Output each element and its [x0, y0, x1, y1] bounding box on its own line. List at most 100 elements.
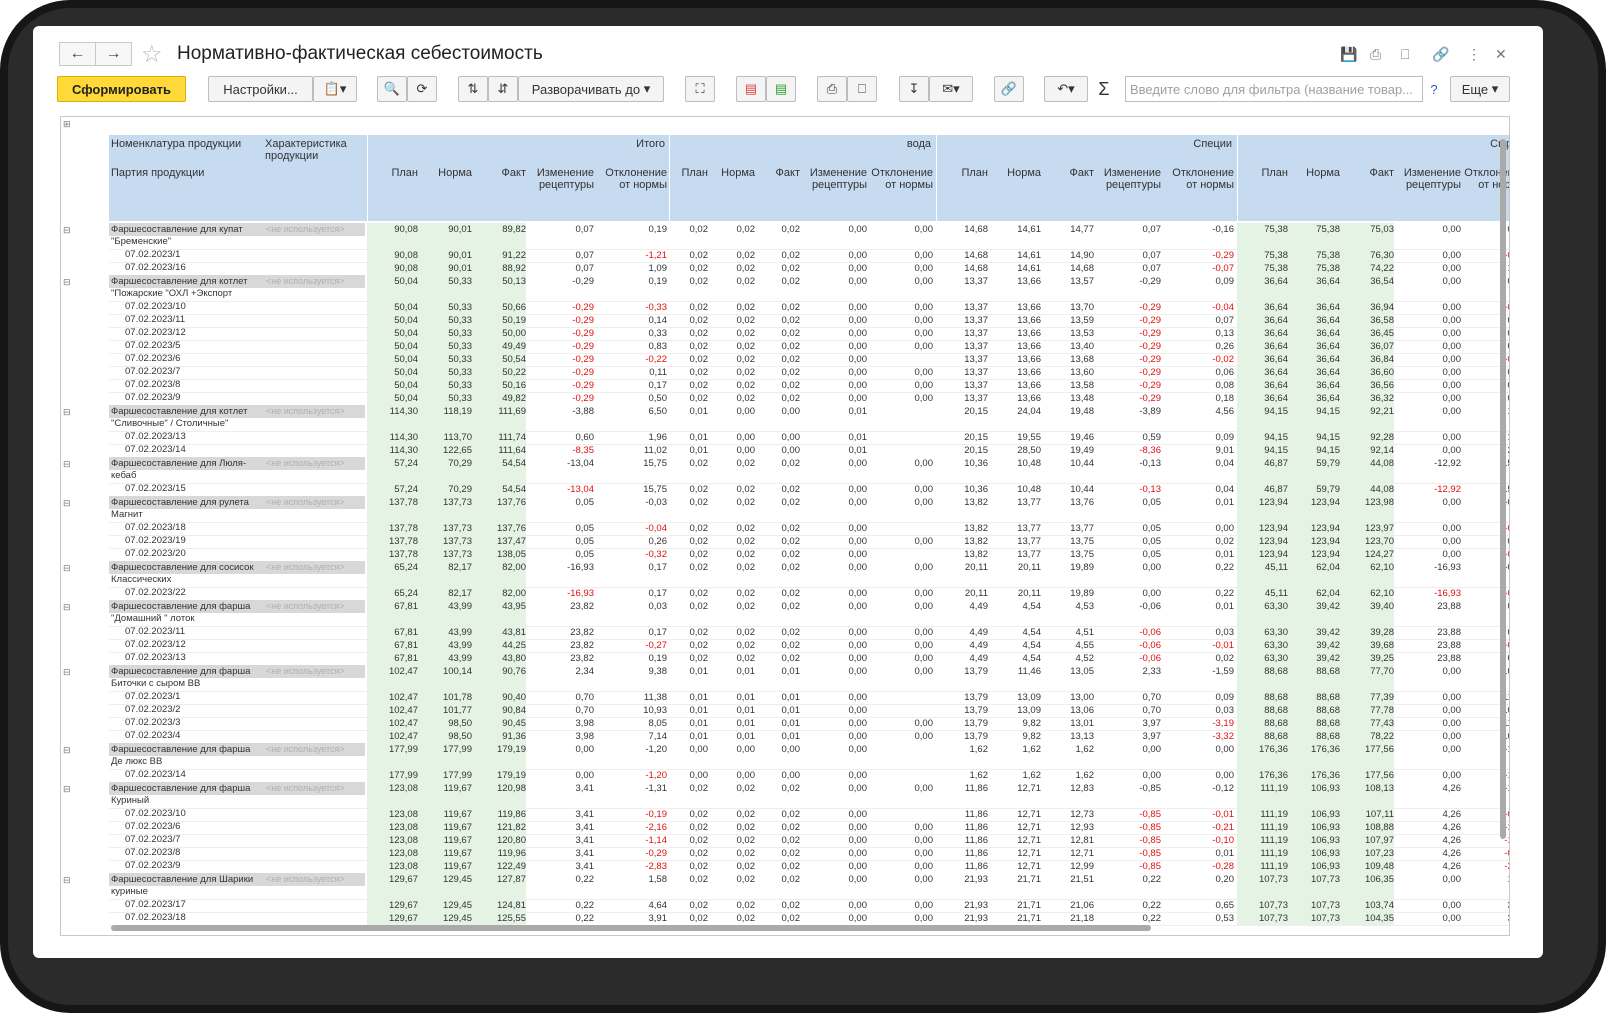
back-button[interactable]: ← — [59, 42, 96, 66]
table-row[interactable]: 07.02.2023/22 65,24 82,17 82,00 -16,93 0,17 0,… — [61, 587, 1509, 600]
variant-dropdown[interactable]: 📋▾ — [313, 76, 357, 102]
batch-name: 07.02.2023/18 — [125, 912, 186, 923]
table-row[interactable]: 07.02.2023/19 137,78 137,73 137,47 0,05 0,26 0… — [61, 535, 1509, 548]
table-row[interactable]: 07.02.2023/18 137,78 137,73 137,76 0,05 -0,04… — [61, 522, 1509, 535]
collapse-toggle-icon[interactable]: ⊟ — [63, 498, 71, 509]
highlight-green-button[interactable]: ▤ — [766, 76, 796, 102]
table-row[interactable]: 07.02.2023/4 102,47 98,50 91,36 3,98 7,14 0,01… — [61, 730, 1509, 743]
search-reset-button[interactable]: ⟳ — [407, 76, 437, 102]
report-grid[interactable]: ⊞ Номенклатура продукции Характеристика … — [60, 116, 1510, 936]
vertical-scrollbar[interactable] — [1500, 139, 1506, 839]
settings-button[interactable]: Настройки... — [208, 76, 313, 102]
save-icon[interactable]: 💾 — [1340, 46, 1357, 63]
collapse-toggle-icon[interactable]: ⊟ — [63, 875, 71, 886]
collapse-toggle-icon[interactable]: ⊟ — [63, 407, 71, 418]
table-row[interactable]: 07.02.2023/11 67,81 43,99 43,81 23,82 0,17 0,0… — [61, 626, 1509, 639]
table-row[interactable]: 07.02.2023/10 123,08 119,67 119,86 3,41 -0,19… — [61, 808, 1509, 821]
more-label: Еще — [1461, 81, 1489, 97]
table-row[interactable]: 07.02.2023/15 57,24 70,29 54,54 -13,04 15,75 0… — [61, 483, 1509, 496]
collapse-toggle-icon[interactable]: ⊟ — [63, 277, 71, 288]
highlight-red-button[interactable]: ▤ — [736, 76, 766, 102]
more-button[interactable]: Еще ▾ — [1450, 76, 1510, 102]
group-row[interactable]: ⊟ <не используется> Фаршесоставление для Ш… — [61, 873, 1509, 899]
print-preview-icon: ⎕ — [858, 81, 866, 96]
group-row[interactable]: ⊟ <не используется> Фаршесоставление для ф… — [61, 743, 1509, 769]
sort-desc-button[interactable]: ⇵ — [488, 76, 518, 102]
collapse-toggle-icon[interactable]: ⊟ — [63, 667, 71, 678]
filter-input[interactable]: Введите слово для фильтра (название това… — [1125, 76, 1423, 102]
table-row[interactable]: 07.02.2023/5 50,04 50,33 49,49 -0,29 0,83 0,02… — [61, 340, 1509, 353]
collapse-toggle-icon[interactable]: ⊟ — [63, 459, 71, 470]
table-row[interactable]: 07.02.2023/12 67,81 43,99 44,25 23,82 -0,27 0,… — [61, 639, 1509, 652]
group-row[interactable]: ⊟ <не используется> Фаршесоставление для Л… — [61, 457, 1509, 483]
header-subcolumn: Изменение рецептуры — [1403, 167, 1461, 191]
value-cell: 0,18 — [1215, 393, 1235, 404]
collapse-toggle-icon[interactable]: ⊟ — [63, 784, 71, 795]
table-row[interactable]: 07.02.2023/11 50,04 50,33 50,19 -0,29 0,14 0,0… — [61, 314, 1509, 327]
horizontal-scrollbar[interactable] — [111, 925, 1151, 931]
collapse-toggle-icon[interactable]: ⊟ — [63, 225, 71, 236]
collapse-toggle-icon[interactable]: ⊟ — [63, 602, 71, 613]
value-cell: 0,05 — [575, 523, 595, 534]
value-cell: 43,80 — [502, 653, 526, 664]
table-row[interactable]: 07.02.2023/17 129,67 129,45 124,81 0,22 4,64 0… — [61, 899, 1509, 912]
group-row[interactable]: ⊟ <не используется> Фаршесоставление для ф… — [61, 665, 1509, 691]
print-button[interactable]: ⎙ — [817, 76, 847, 102]
group-row[interactable]: ⊟ <не используется> Фаршесоставление для к… — [61, 275, 1509, 301]
table-row[interactable]: 07.02.2023/14 114,30 122,65 111,64 -8,35 11,0… — [61, 444, 1509, 457]
collapse-toggle-icon[interactable]: ⊟ — [63, 563, 71, 574]
table-row[interactable]: 07.02.2023/18 129,67 129,45 125,55 0,22 3,91 0… — [61, 912, 1509, 925]
link-icon[interactable]: 🔗 — [1432, 46, 1449, 63]
table-row[interactable]: 07.02.2023/6 123,08 119,67 121,82 3,41 -2,16 0… — [61, 821, 1509, 834]
table-row[interactable]: 07.02.2023/7 50,04 50,33 50,22 -0,29 0,11 0,02… — [61, 366, 1509, 379]
search-button[interactable]: 🔍 — [377, 76, 407, 102]
table-row[interactable]: 07.02.2023/10 50,04 50,33 50,66 -0,29 -0,33 0,… — [61, 301, 1509, 314]
preview-icon[interactable]: ⎕ — [1401, 46, 1409, 63]
link-button[interactable]: 🔗 — [994, 76, 1024, 102]
print-icon[interactable]: ⎙ — [1370, 46, 1381, 63]
value-cell: 104,35 — [1364, 913, 1394, 924]
table-row[interactable]: 07.02.2023/8 50,04 50,33 50,16 -0,29 0,17 0,02… — [61, 379, 1509, 392]
email-dropdown[interactable]: ✉▾ — [929, 76, 973, 102]
help-button[interactable]: ? — [1427, 76, 1441, 102]
table-row[interactable]: 07.02.2023/2 102,47 101,77 90,84 0,70 10,93 0,… — [61, 704, 1509, 717]
table-row[interactable]: 07.02.2023/7 123,08 119,67 120,80 3,41 -1,14 0… — [61, 834, 1509, 847]
table-row[interactable]: 07.02.2023/13 67,81 43,99 43,80 23,82 0,19 0,0… — [61, 652, 1509, 665]
collapse-all-icon[interactable]: ⊞ — [63, 119, 71, 130]
value-cell: 4,26 — [1442, 783, 1462, 794]
group-row[interactable]: ⊟ <не используется> Фаршесоставление для к… — [61, 405, 1509, 431]
table-row[interactable]: 07.02.2023/16 90,08 90,01 88,92 0,07 1,09 0,02… — [61, 262, 1509, 275]
value-cell: 123,08 — [388, 835, 418, 846]
sort-asc-button[interactable]: ⇅ — [458, 76, 488, 102]
print-preview-button[interactable]: ⎕ — [847, 76, 877, 102]
table-row[interactable]: 07.02.2023/9 123,08 119,67 122,49 3,41 -2,83 0… — [61, 860, 1509, 873]
forward-button[interactable]: → — [95, 42, 132, 66]
table-row[interactable]: 07.02.2023/8 123,08 119,67 119,96 3,41 -0,29 0… — [61, 847, 1509, 860]
generate-button[interactable]: Сформировать — [57, 76, 186, 102]
more-icon[interactable]: ⋮ — [1467, 46, 1481, 63]
table-row[interactable]: 07.02.2023/6 50,04 50,33 50,54 -0,29 -0,22 0,0… — [61, 353, 1509, 366]
table-row[interactable]: 07.02.2023/1 90,08 90,01 91,22 0,07 -1,21 0,02… — [61, 249, 1509, 262]
table-row[interactable]: 07.02.2023/14 177,99 177,99 179,19 0,00 -1,20… — [61, 769, 1509, 782]
group-row[interactable]: ⊟ <не используется> Фаршесоставление для ф… — [61, 600, 1509, 626]
table-row[interactable]: 07.02.2023/3 102,47 98,50 90,45 3,98 8,05 0,01… — [61, 717, 1509, 730]
table-row[interactable]: 07.02.2023/13 114,30 113,70 111,74 0,60 1,96 0… — [61, 431, 1509, 444]
close-icon[interactable]: ✕ — [1495, 46, 1507, 63]
group-row[interactable]: ⊟ <не используется> Фаршесоставление для ф… — [61, 782, 1509, 808]
value-cell: 0,02 — [736, 484, 756, 495]
table-row[interactable]: 07.02.2023/1 102,47 101,78 90,40 0,70 11,38 0,… — [61, 691, 1509, 704]
table-row[interactable]: 07.02.2023/9 50,04 50,33 49,82 -0,29 0,50 0,02… — [61, 392, 1509, 405]
group-row[interactable]: ⊟ <не используется> Фаршесоставление для к… — [61, 223, 1509, 249]
group-row[interactable]: ⊟ <не используется> Фаршесоставление для р… — [61, 496, 1509, 522]
expand-to-dropdown[interactable]: Разворачивать до ▾ — [518, 76, 664, 102]
table-row[interactable]: 07.02.2023/20 137,78 137,73 138,05 0,05 -0,32… — [61, 548, 1509, 561]
value-cell: 0,00 — [781, 770, 801, 781]
collapse-toggle-icon[interactable]: ⊟ — [63, 745, 71, 756]
fullscreen-button[interactable]: ⛶ — [685, 76, 715, 102]
group-row[interactable]: ⊟ <не используется> Фаршесоставление для с… — [61, 561, 1509, 587]
download-button[interactable]: ↧ — [899, 76, 929, 102]
undo-dropdown[interactable]: ↶▾ — [1044, 76, 1088, 102]
sum-button[interactable]: Σ — [1093, 76, 1115, 102]
favorite-star-icon[interactable]: ☆ — [141, 40, 163, 69]
table-row[interactable]: 07.02.2023/12 50,04 50,33 50,00 -0,29 0,33 0,0… — [61, 327, 1509, 340]
